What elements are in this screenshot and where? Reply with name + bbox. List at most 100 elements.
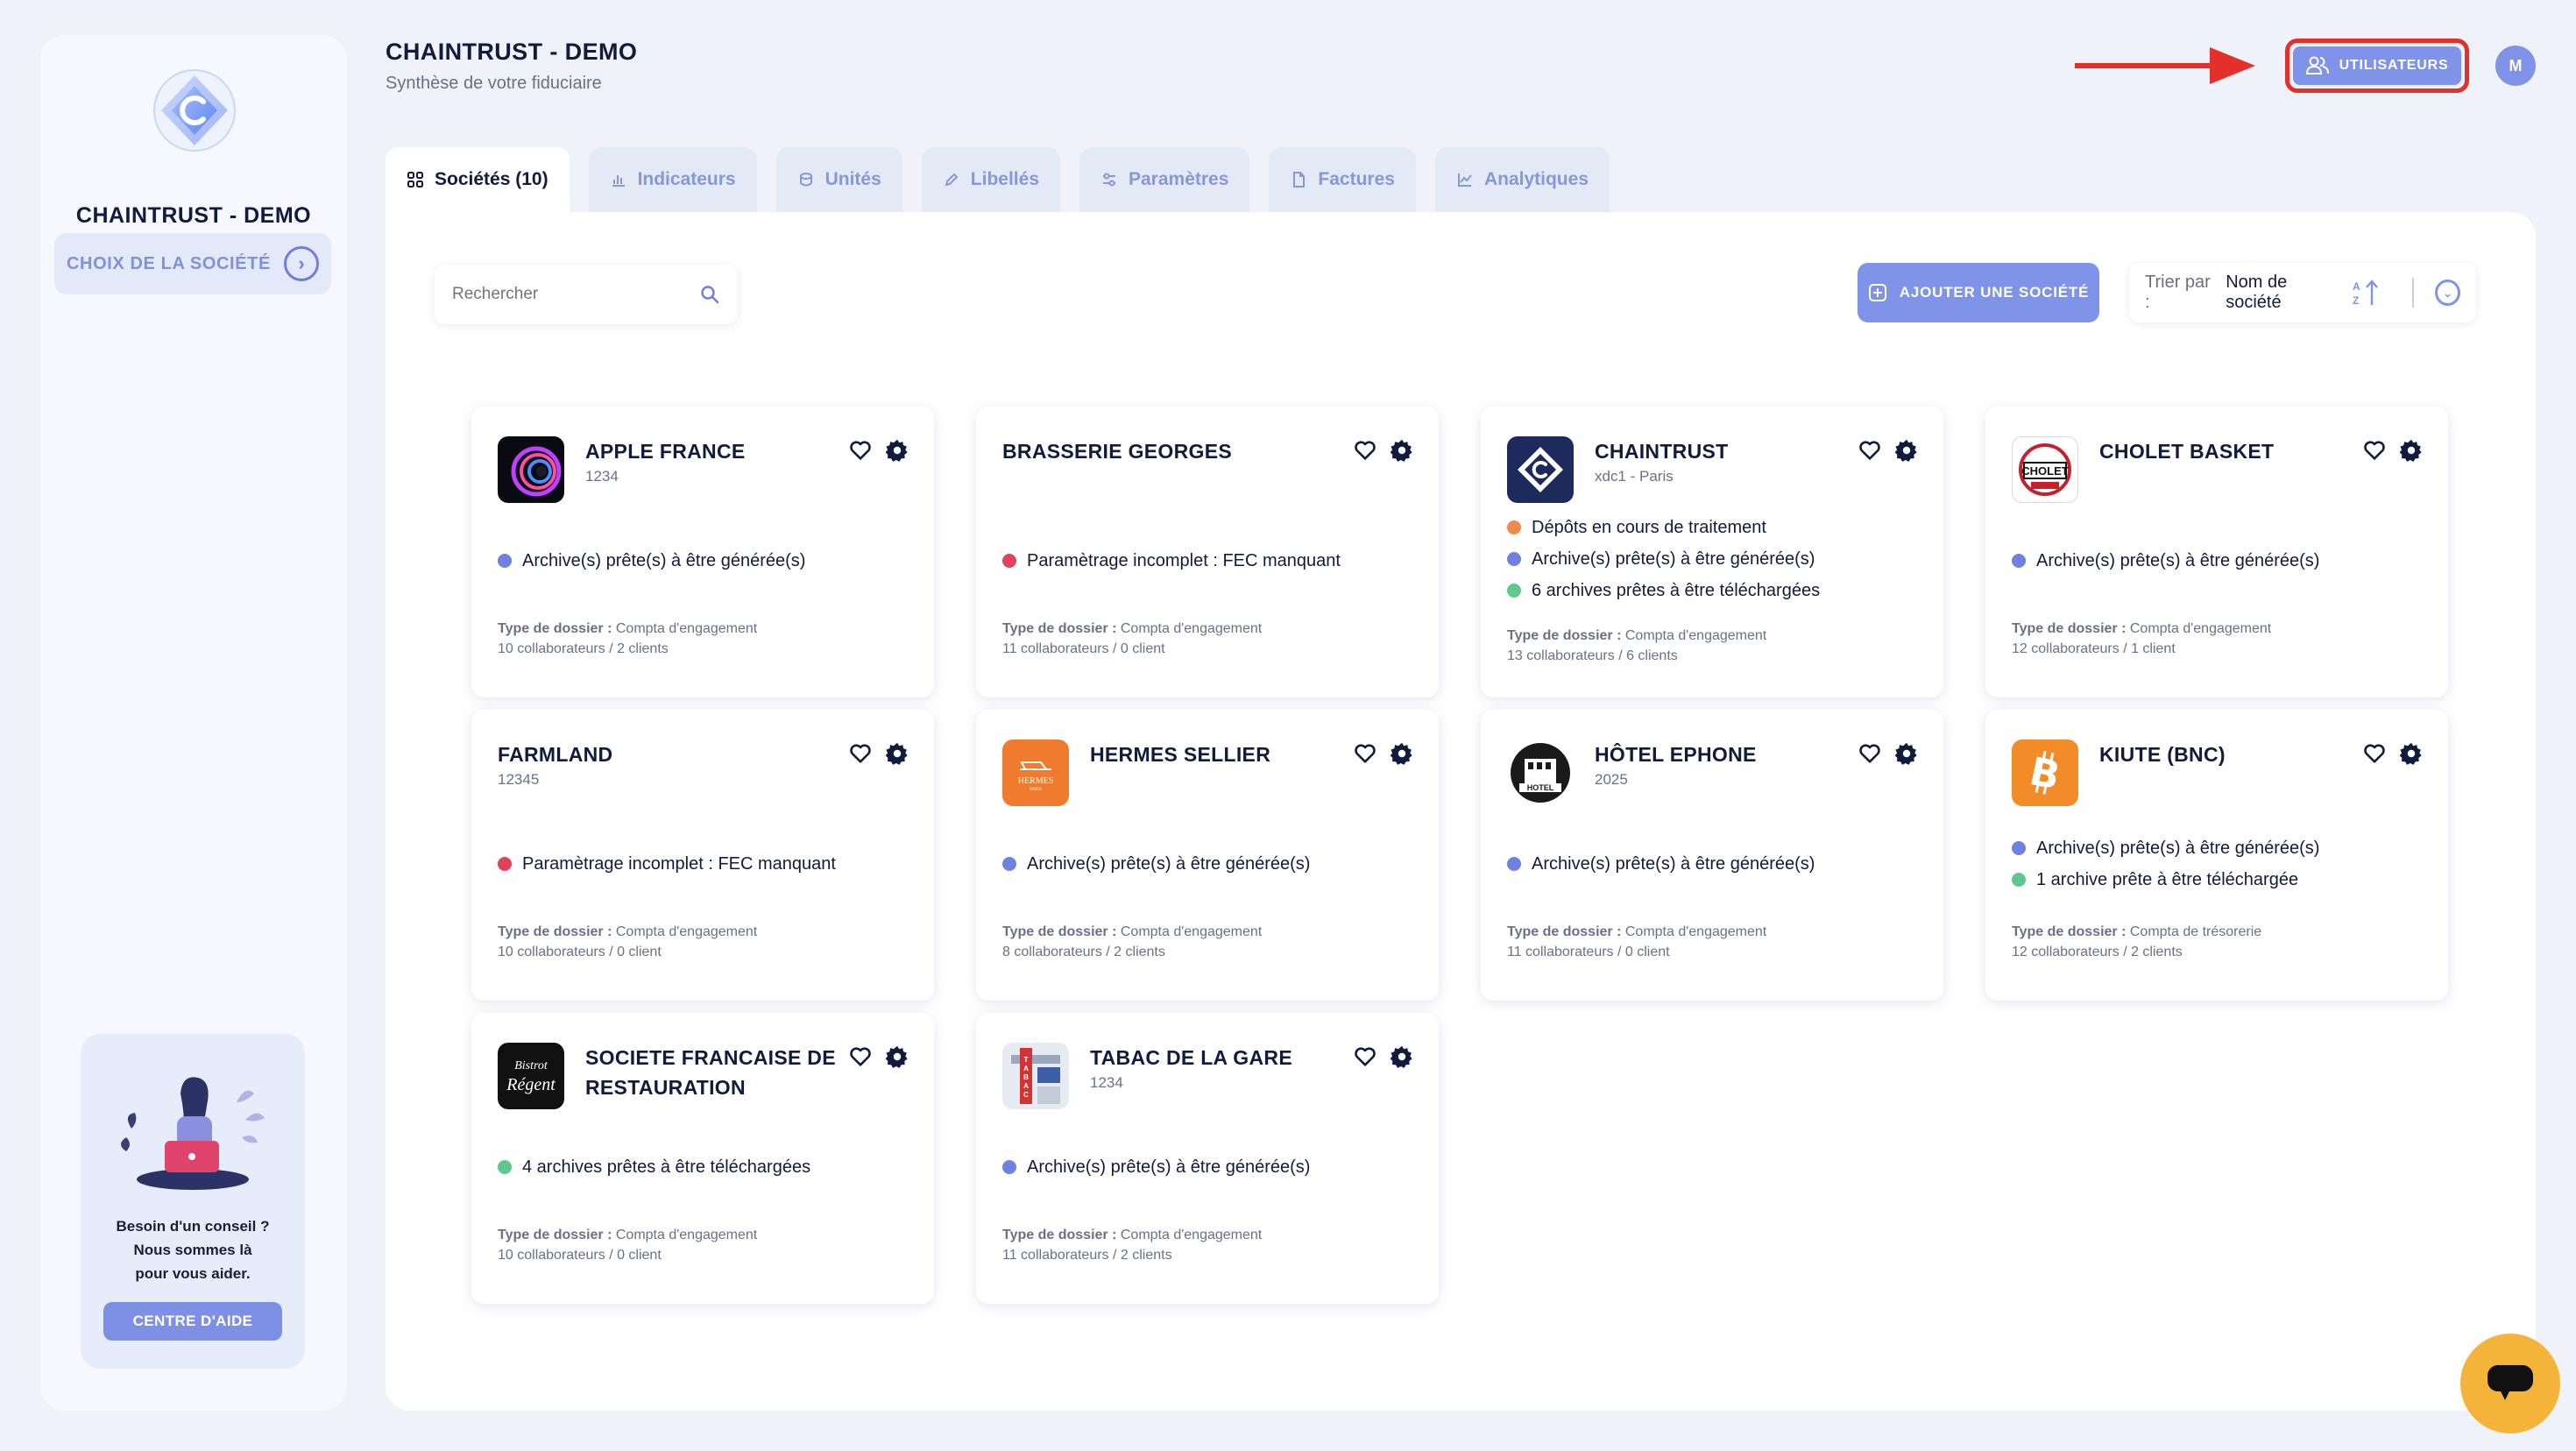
heart-icon[interactable] — [1353, 438, 1377, 463]
status-dot — [1507, 520, 1521, 534]
tab-analytiques[interactable]: Analytiques — [1434, 147, 1610, 212]
dossier-type: Compta d'engagement — [2129, 621, 2272, 636]
users-button-label: UTILISATEURS — [2339, 58, 2449, 73]
users-icon — [2305, 56, 2329, 74]
company-card-hermes-sellier[interactable]: HERMES PARIS HERMES SELLIER Archive(s) p… — [976, 710, 1439, 1001]
company-meta: Type de dossier : Compta d'engagement 13… — [1507, 626, 1766, 666]
hermes-logo-icon: HERMES PARIS — [1002, 740, 1069, 806]
company-name-line-1: SOCIETE FRANCAISE DE — [585, 1046, 836, 1069]
sidebar-company-name: CHAINTRUST - DEMO — [75, 203, 312, 228]
svg-text:C: C — [1023, 1091, 1029, 1099]
gear-icon[interactable] — [1390, 438, 1414, 463]
chaintrust-logo-icon[interactable] — [151, 67, 238, 154]
company-name: HÔTEL EPHONE — [1595, 743, 1757, 766]
status-list: Archive(s) prête(s) à être générée(s) — [1002, 848, 1421, 880]
sliders-icon — [1100, 171, 1118, 188]
search-icon[interactable] — [699, 284, 720, 305]
company-card-cholet-basket[interactable]: CHOLET CHOLET BASKET Archive(s) prête(s)… — [1985, 407, 2448, 697]
chevron-down-icon[interactable]: ⌄ — [2435, 280, 2460, 306]
sort-az-icon[interactable]: A Z — [2351, 279, 2381, 307]
gear-icon[interactable] — [2399, 438, 2424, 463]
status-list: Archive(s) prête(s) à être générée(s) — [1507, 848, 1926, 880]
status-dot — [498, 857, 512, 871]
company-card-tabac-de-la-gare[interactable]: T A B A C TABAC DE LA GARE 1234 Archive(… — [976, 1013, 1439, 1304]
svg-text:T: T — [1024, 1056, 1029, 1064]
red-arrow-annotation-icon — [2075, 47, 2255, 84]
status-text: Archive(s) prête(s) à être générée(s) — [1027, 1157, 1311, 1177]
company-card-brasserie-georges[interactable]: BRASSERIE GEORGES Paramètrage incomplet … — [976, 407, 1439, 697]
bistro-logo-icon: Bistrot Régent — [498, 1043, 564, 1109]
tab-unites[interactable]: Unités — [775, 147, 902, 212]
dossier-type: Compta d'engagement — [1120, 924, 1263, 939]
gear-icon[interactable] — [885, 1044, 909, 1069]
company-card-apple-france[interactable]: APPLE FRANCE 1234 Archive(s) prête(s) à … — [471, 407, 934, 697]
users-button-highlight[interactable]: UTILISATEURS — [2285, 39, 2469, 93]
sort-value[interactable]: Nom de société — [2226, 273, 2342, 313]
tab-parametres[interactable]: Paramètres — [1079, 147, 1250, 212]
status-item: 6 archives prêtes à être téléchargées — [1507, 575, 1926, 606]
company-meta: Type de dossier : Compta d'engagement 11… — [1507, 922, 1766, 962]
users-button[interactable]: UTILISATEURS — [2293, 46, 2461, 85]
heart-icon[interactable] — [848, 741, 873, 766]
company-code: 2025 — [1595, 771, 1628, 788]
company-name: FARMLAND — [498, 743, 613, 766]
gear-icon[interactable] — [2399, 741, 2424, 766]
gear-icon[interactable] — [1390, 1044, 1414, 1069]
chevron-right-icon[interactable]: › — [284, 246, 319, 281]
collaborator-count: 12 collaborateurs / 1 client — [2012, 641, 2176, 656]
heart-icon[interactable] — [1353, 1044, 1377, 1069]
chart-bar-icon — [610, 171, 627, 188]
search-input[interactable] — [452, 285, 699, 304]
company-card-farmland[interactable]: FARMLAND 12345 Paramètrage incomplet : F… — [471, 710, 934, 1001]
status-text: Dépôts en cours de traitement — [1532, 517, 1766, 537]
company-name: HERMES SELLIER — [1090, 743, 1271, 766]
heart-icon[interactable] — [848, 438, 873, 463]
heart-icon[interactable] — [2362, 438, 2387, 463]
tab-libelles[interactable]: Libellés — [921, 147, 1060, 212]
company-name: TABAC DE LA GARE — [1090, 1046, 1292, 1069]
sort-control[interactable]: Trier par : Nom de société A Z ⌄ — [2129, 263, 2476, 322]
help-center-button[interactable]: CENTRE D'AIDE — [103, 1302, 282, 1341]
status-list: Paramètrage incomplet : FEC manquant — [1002, 545, 1421, 577]
gear-icon[interactable] — [885, 438, 909, 463]
tab-indicateurs[interactable]: Indicateurs — [588, 147, 757, 212]
status-text: 6 archives prêtes à être téléchargées — [1532, 580, 1821, 600]
status-list: 4 archives prêtes à être téléchargées — [498, 1151, 916, 1183]
chat-widget-button[interactable] — [2460, 1334, 2560, 1433]
heart-icon[interactable] — [848, 1044, 873, 1069]
tab-factures[interactable]: Factures — [1269, 147, 1416, 212]
sidebar: CHAINTRUST - DEMO CHOIX DE LA SOCIÉTÉ › … — [40, 35, 347, 1411]
company-card-kiute-bnc[interactable]: B KIUTE (BNC) Archive(s) prête(s) à être… — [1985, 710, 2448, 1001]
company-meta: Type de dossier : Compta d'engagement 12… — [2012, 619, 2271, 659]
search-box[interactable] — [435, 265, 738, 324]
heart-icon[interactable] — [2362, 741, 2387, 766]
heart-icon[interactable] — [1353, 741, 1377, 766]
company-card-chaintrust[interactable]: CHAINTRUST xdc1 - Paris Dépôts en cours … — [1481, 407, 1943, 697]
company-card-societe-francaise-de-restauration[interactable]: Bistrot Régent SOCIETE FRANCAISE DE REST… — [471, 1013, 934, 1304]
company-card-hotel-ephone[interactable]: HOTEL HÔTEL EPHONE 2025 Archive(s) prête… — [1481, 710, 1943, 1001]
page-subtitle: Synthèse de votre fiduciaire — [386, 74, 602, 93]
meta-label: Type de dossier : — [498, 1228, 612, 1242]
gear-icon[interactable] — [885, 741, 909, 766]
heart-icon[interactable] — [1858, 438, 1882, 463]
gear-icon[interactable] — [1894, 438, 1919, 463]
cholet-logo-icon: CHOLET — [2012, 436, 2078, 503]
status-dot — [1002, 857, 1016, 871]
sort-divider — [2412, 278, 2415, 308]
company-meta: Type de dossier : Compta d'engagement 11… — [1002, 619, 1262, 659]
tab-label: Paramètres — [1129, 169, 1229, 189]
gear-icon[interactable] — [1390, 741, 1414, 766]
document-icon — [1290, 171, 1307, 188]
heart-icon[interactable] — [1858, 741, 1882, 766]
status-text: Archive(s) prête(s) à être générée(s) — [1532, 549, 1815, 569]
company-name: KIUTE (BNC) — [2099, 743, 2226, 766]
avatar[interactable]: M — [2495, 46, 2536, 86]
add-company-button[interactable]: AJOUTER UNE SOCIÉTÉ — [1858, 263, 2099, 322]
gear-icon[interactable] — [1894, 741, 1919, 766]
company-name: CHAINTRUST — [1595, 440, 1729, 463]
tab-societes[interactable]: Sociétés (10) — [386, 147, 570, 212]
company-choice-button[interactable]: CHOIX DE LA SOCIÉTÉ › — [54, 233, 331, 294]
status-text: Archive(s) prête(s) à être générée(s) — [2036, 838, 2320, 858]
tab-label: Indicateurs — [637, 169, 736, 189]
meta-label: Type de dossier : — [2012, 621, 2127, 636]
